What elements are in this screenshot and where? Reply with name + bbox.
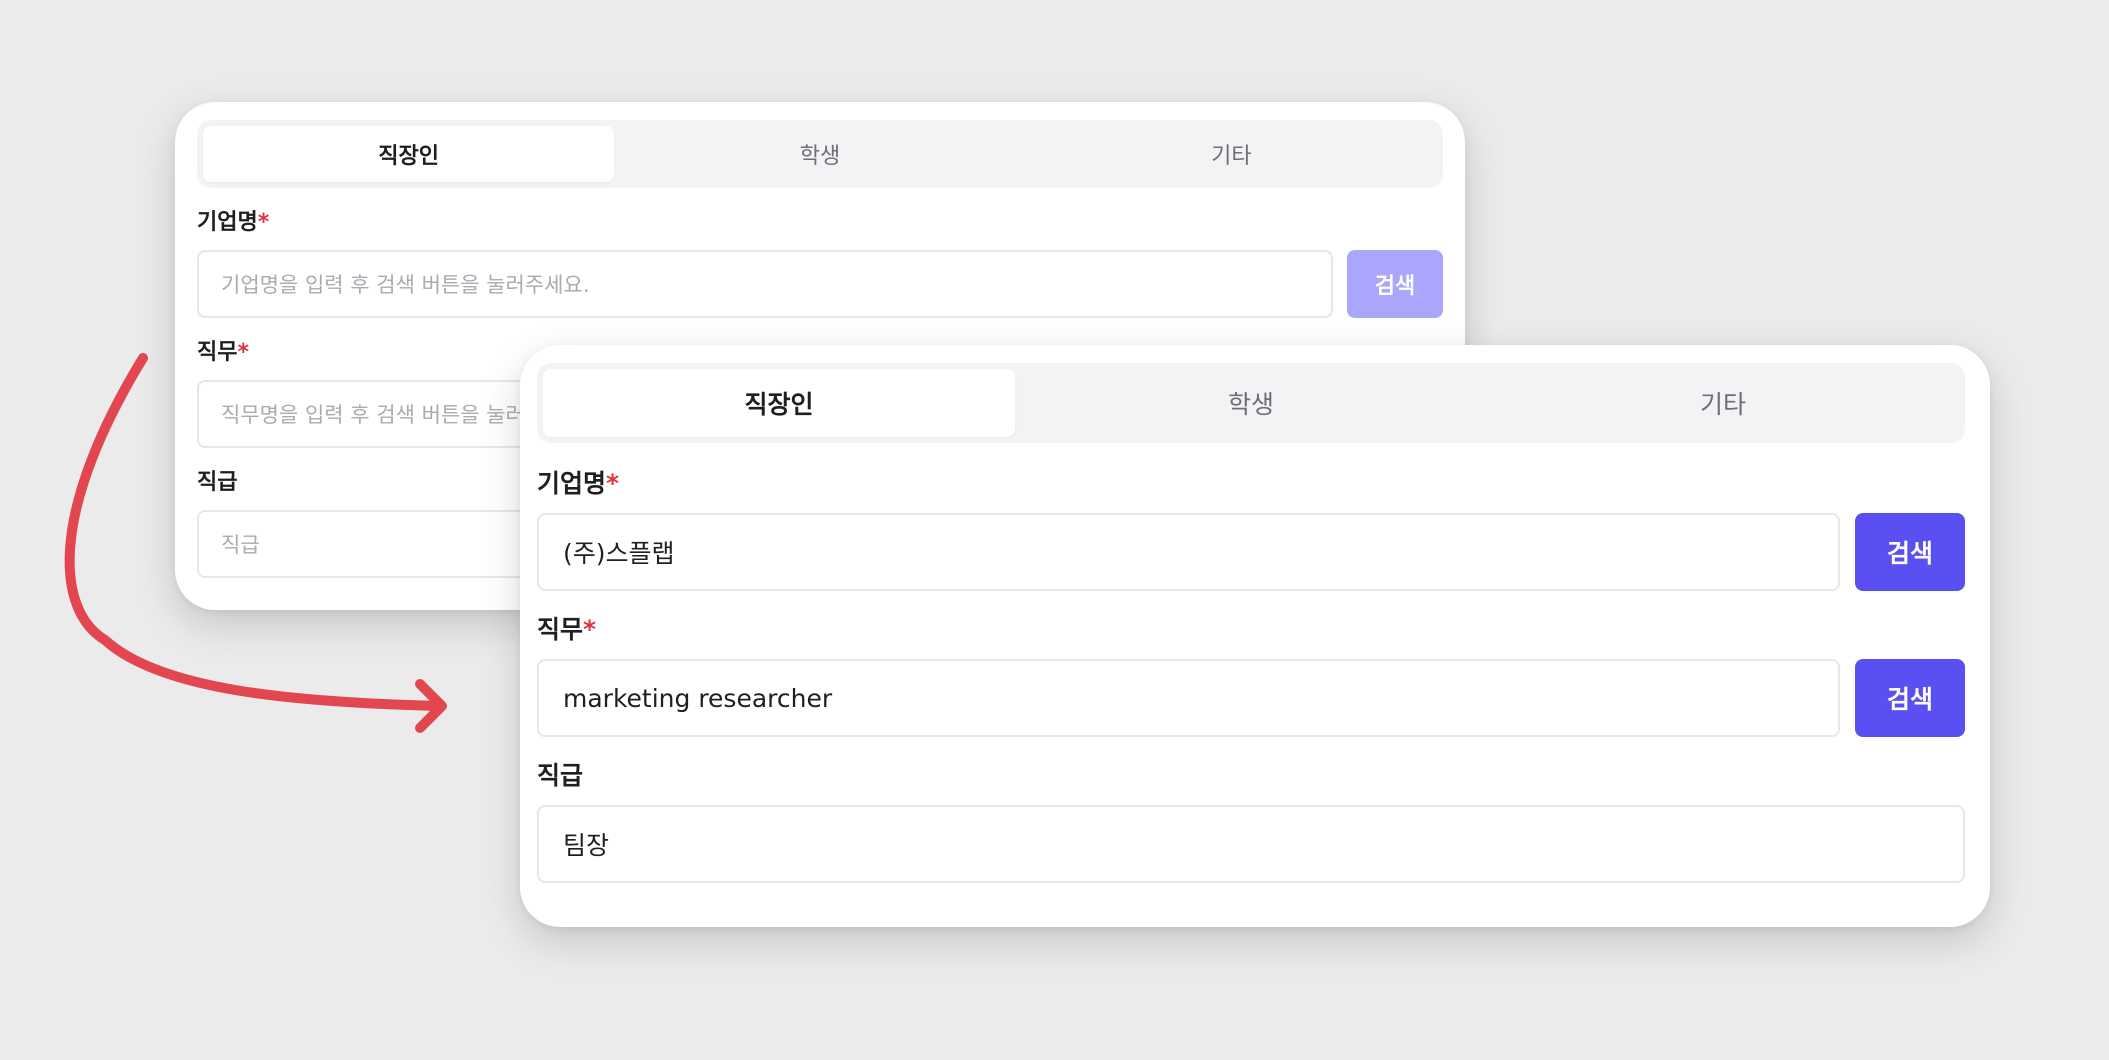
form-card-filled: 직장인 학생 기타 기업명* (주)스플랩 검색 직무* marketing r…: [520, 345, 1990, 927]
tab-other[interactable]: 기타: [1026, 126, 1437, 182]
tab-worker[interactable]: 직장인: [203, 126, 615, 182]
company-search-button[interactable]: 검색: [1347, 250, 1443, 318]
tab-student[interactable]: 학생: [614, 126, 1025, 182]
position-input[interactable]: 팀장: [537, 805, 1965, 883]
company-label: 기업명*: [197, 210, 270, 235]
job-label: 직무*: [537, 615, 597, 644]
company-search-input[interactable]: 기업명을 입력 후 검색 버튼을 눌러주세요.: [197, 250, 1333, 318]
tab-other[interactable]: 기타: [1487, 369, 1959, 437]
user-type-tabs: 직장인 학생 기타: [197, 120, 1443, 188]
tab-student[interactable]: 학생: [1015, 369, 1487, 437]
position-label: 직급: [537, 761, 584, 790]
tab-worker[interactable]: 직장인: [543, 369, 1015, 437]
company-label: 기업명*: [537, 469, 620, 498]
company-search-input[interactable]: (주)스플랩: [537, 513, 1840, 591]
required-star: *: [583, 615, 597, 644]
job-search-input[interactable]: marketing researcher: [537, 659, 1840, 737]
required-star: *: [257, 210, 270, 235]
company-search-button[interactable]: 검색: [1855, 513, 1965, 591]
user-type-tabs: 직장인 학생 기타: [537, 363, 1965, 443]
job-search-button[interactable]: 검색: [1855, 659, 1965, 737]
required-star: *: [237, 340, 249, 365]
required-star: *: [606, 469, 620, 498]
